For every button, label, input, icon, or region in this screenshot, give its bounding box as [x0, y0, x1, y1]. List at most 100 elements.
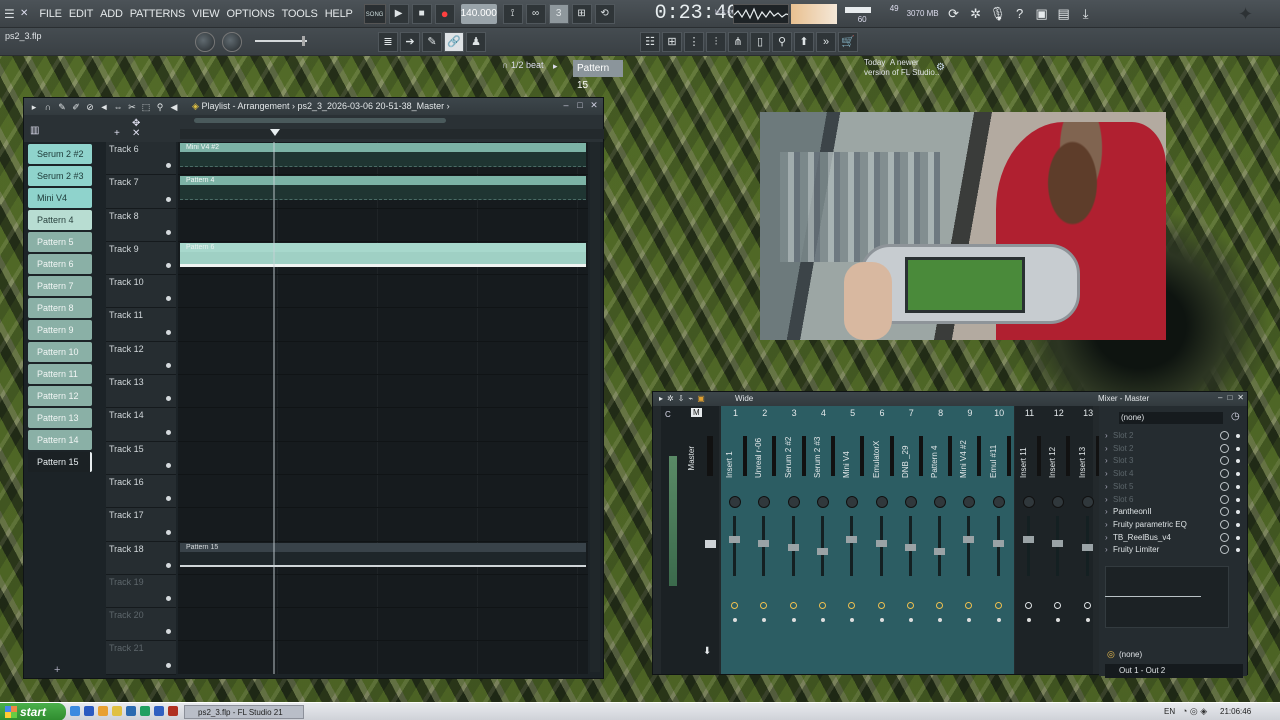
- tempo-display[interactable]: 140.000: [460, 3, 497, 24]
- compass-icon[interactable]: ✲: [967, 4, 985, 24]
- arrow-icon[interactable]: ▸: [659, 394, 663, 403]
- record-button[interactable]: ●: [434, 3, 455, 24]
- pan-knob[interactable]: [875, 496, 888, 508]
- fx-slot[interactable]: › Slot 2: [1105, 443, 1243, 455]
- mix-knob[interactable]: [1220, 481, 1229, 491]
- pattern-clip[interactable]: Mini V4 #2: [180, 143, 586, 167]
- track-mute-led[interactable]: [166, 263, 171, 269]
- expand-icon[interactable]: ›: [1105, 443, 1108, 455]
- horizontal-scrollbar[interactable]: [194, 118, 446, 123]
- slot-enable-led[interactable]: [1236, 434, 1240, 438]
- song-mode-toggle[interactable]: SONG: [363, 3, 386, 24]
- close-icon[interactable]: ✕: [589, 100, 599, 112]
- mixer-icon[interactable]: ⫶: [706, 32, 726, 52]
- track-lane[interactable]: [178, 508, 588, 542]
- track-header[interactable]: Track 14: [106, 408, 176, 442]
- play-button[interactable]: ▶: [388, 3, 409, 24]
- track-lane[interactable]: [178, 575, 588, 609]
- pattern-selector[interactable]: Pattern 15: [573, 60, 623, 91]
- fast-forward-icon[interactable]: »: [816, 32, 836, 52]
- eq-display[interactable]: [1105, 566, 1229, 628]
- track-mute-led[interactable]: [166, 296, 171, 302]
- mix-knob[interactable]: [1220, 532, 1229, 542]
- expand-icon[interactable]: ›: [1105, 532, 1108, 544]
- fx-slot[interactable]: › Slot 4: [1105, 468, 1243, 480]
- media-icon[interactable]: [126, 706, 136, 716]
- clock-icon[interactable]: ◷: [1231, 411, 1240, 422]
- route-led[interactable]: [762, 618, 767, 622]
- master-pitch-knob[interactable]: [222, 32, 242, 52]
- fader-track[interactable]: [850, 516, 854, 576]
- route-led[interactable]: [850, 618, 855, 622]
- pan-knob[interactable]: [787, 496, 800, 508]
- fx-slot[interactable]: › Slot 3: [1105, 455, 1243, 467]
- track-lane[interactable]: [178, 375, 588, 409]
- send-knob[interactable]: [936, 602, 944, 609]
- help-icon[interactable]: ?: [1011, 4, 1029, 24]
- fx-slot[interactable]: › Fruity parametric EQ: [1105, 519, 1243, 531]
- picker-item[interactable]: Pattern 15: [28, 452, 92, 472]
- track-mute-led[interactable]: [166, 596, 171, 602]
- fader-track[interactable]: [820, 516, 824, 576]
- mixer-strip[interactable]: 2 Unreal r-06: [750, 406, 779, 674]
- mix-knob[interactable]: [1220, 545, 1229, 555]
- track-mute-led[interactable]: [166, 363, 171, 369]
- master-volume-slider-handle[interactable]: [302, 36, 305, 46]
- pattern-clip[interactable]: Pattern 15: [180, 542, 586, 567]
- countdown-icon[interactable]: 3: [548, 3, 569, 24]
- expand-icon[interactable]: ›: [1105, 506, 1108, 518]
- route-icon[interactable]: ⇩: [678, 394, 685, 403]
- picker-item[interactable]: Pattern 5: [28, 232, 92, 252]
- menu-view[interactable]: VIEW: [189, 8, 222, 20]
- add-track-icon[interactable]: +: [114, 128, 120, 139]
- taskbar-item-fl-studio[interactable]: ps2_3.flp - FL Studio 21: [184, 705, 304, 719]
- expand-icon[interactable]: ›: [1105, 544, 1108, 556]
- route-led[interactable]: [879, 618, 884, 622]
- master-pitch-display[interactable]: [790, 3, 837, 24]
- track-header[interactable]: Track 17: [106, 508, 176, 542]
- close-icon[interactable]: ✕: [1237, 393, 1244, 402]
- track-header[interactable]: Track 12: [106, 341, 176, 376]
- quicklaunch-icon[interactable]: [70, 706, 80, 716]
- expand-icon[interactable]: ›: [1105, 494, 1108, 506]
- master-strip[interactable]: C M Master ⬇: [661, 406, 719, 674]
- browser-icon[interactable]: ▯: [750, 32, 770, 52]
- stamp-icon[interactable]: ♟: [466, 32, 486, 52]
- picker-item[interactable]: Pattern 9: [28, 320, 92, 340]
- track-mute-led[interactable]: [166, 462, 171, 468]
- minimize-icon[interactable]: –: [1218, 393, 1222, 402]
- download-icon[interactable]: ⤓: [1077, 4, 1095, 24]
- step-edit-icon[interactable]: ⊞: [571, 3, 592, 24]
- minimize-icon[interactable]: –: [561, 100, 571, 112]
- menu-help[interactable]: HELP: [322, 8, 356, 20]
- track-header[interactable]: Track 13: [106, 375, 176, 409]
- wait-icon[interactable]: ∞: [525, 3, 546, 24]
- pan-knob[interactable]: [904, 496, 917, 508]
- picker-item[interactable]: Pattern 8: [28, 298, 92, 318]
- track-lane[interactable]: [178, 209, 588, 242]
- route-led[interactable]: [820, 618, 825, 622]
- mix-knob[interactable]: [1220, 456, 1229, 466]
- expand-icon[interactable]: ›: [1105, 430, 1108, 442]
- send-knob[interactable]: [789, 602, 797, 609]
- prev-pattern-icon[interactable]: ▸: [553, 61, 558, 72]
- update-icon[interactable]: ⚙: [936, 62, 945, 73]
- channel-rack-icon[interactable]: ⊞: [662, 32, 682, 52]
- fader-cap[interactable]: [1081, 544, 1093, 551]
- playlist-icon[interactable]: ☷: [640, 32, 660, 52]
- fader-cap[interactable]: [992, 540, 1004, 547]
- loop-record-icon[interactable]: ⟲: [594, 3, 615, 24]
- fader-cap[interactable]: [787, 544, 799, 551]
- slot-enable-led[interactable]: [1236, 548, 1240, 553]
- slot-enable-led[interactable]: [1236, 535, 1240, 540]
- slot-enable-led[interactable]: [1236, 446, 1240, 451]
- add-pattern-icon[interactable]: +: [54, 664, 60, 676]
- expand-icon[interactable]: ›: [1105, 481, 1108, 493]
- menu-edit[interactable]: EDIT: [66, 8, 96, 20]
- render-icon[interactable]: ▤: [1055, 4, 1073, 24]
- mixer-strip[interactable]: 6 EmulatorX: [868, 406, 897, 674]
- output-selector[interactable]: (none): [1119, 650, 1142, 659]
- picker-icon[interactable]: ▥: [30, 125, 39, 136]
- route-led[interactable]: [733, 618, 737, 622]
- slip-icon[interactable]: ⇔: [112, 101, 124, 113]
